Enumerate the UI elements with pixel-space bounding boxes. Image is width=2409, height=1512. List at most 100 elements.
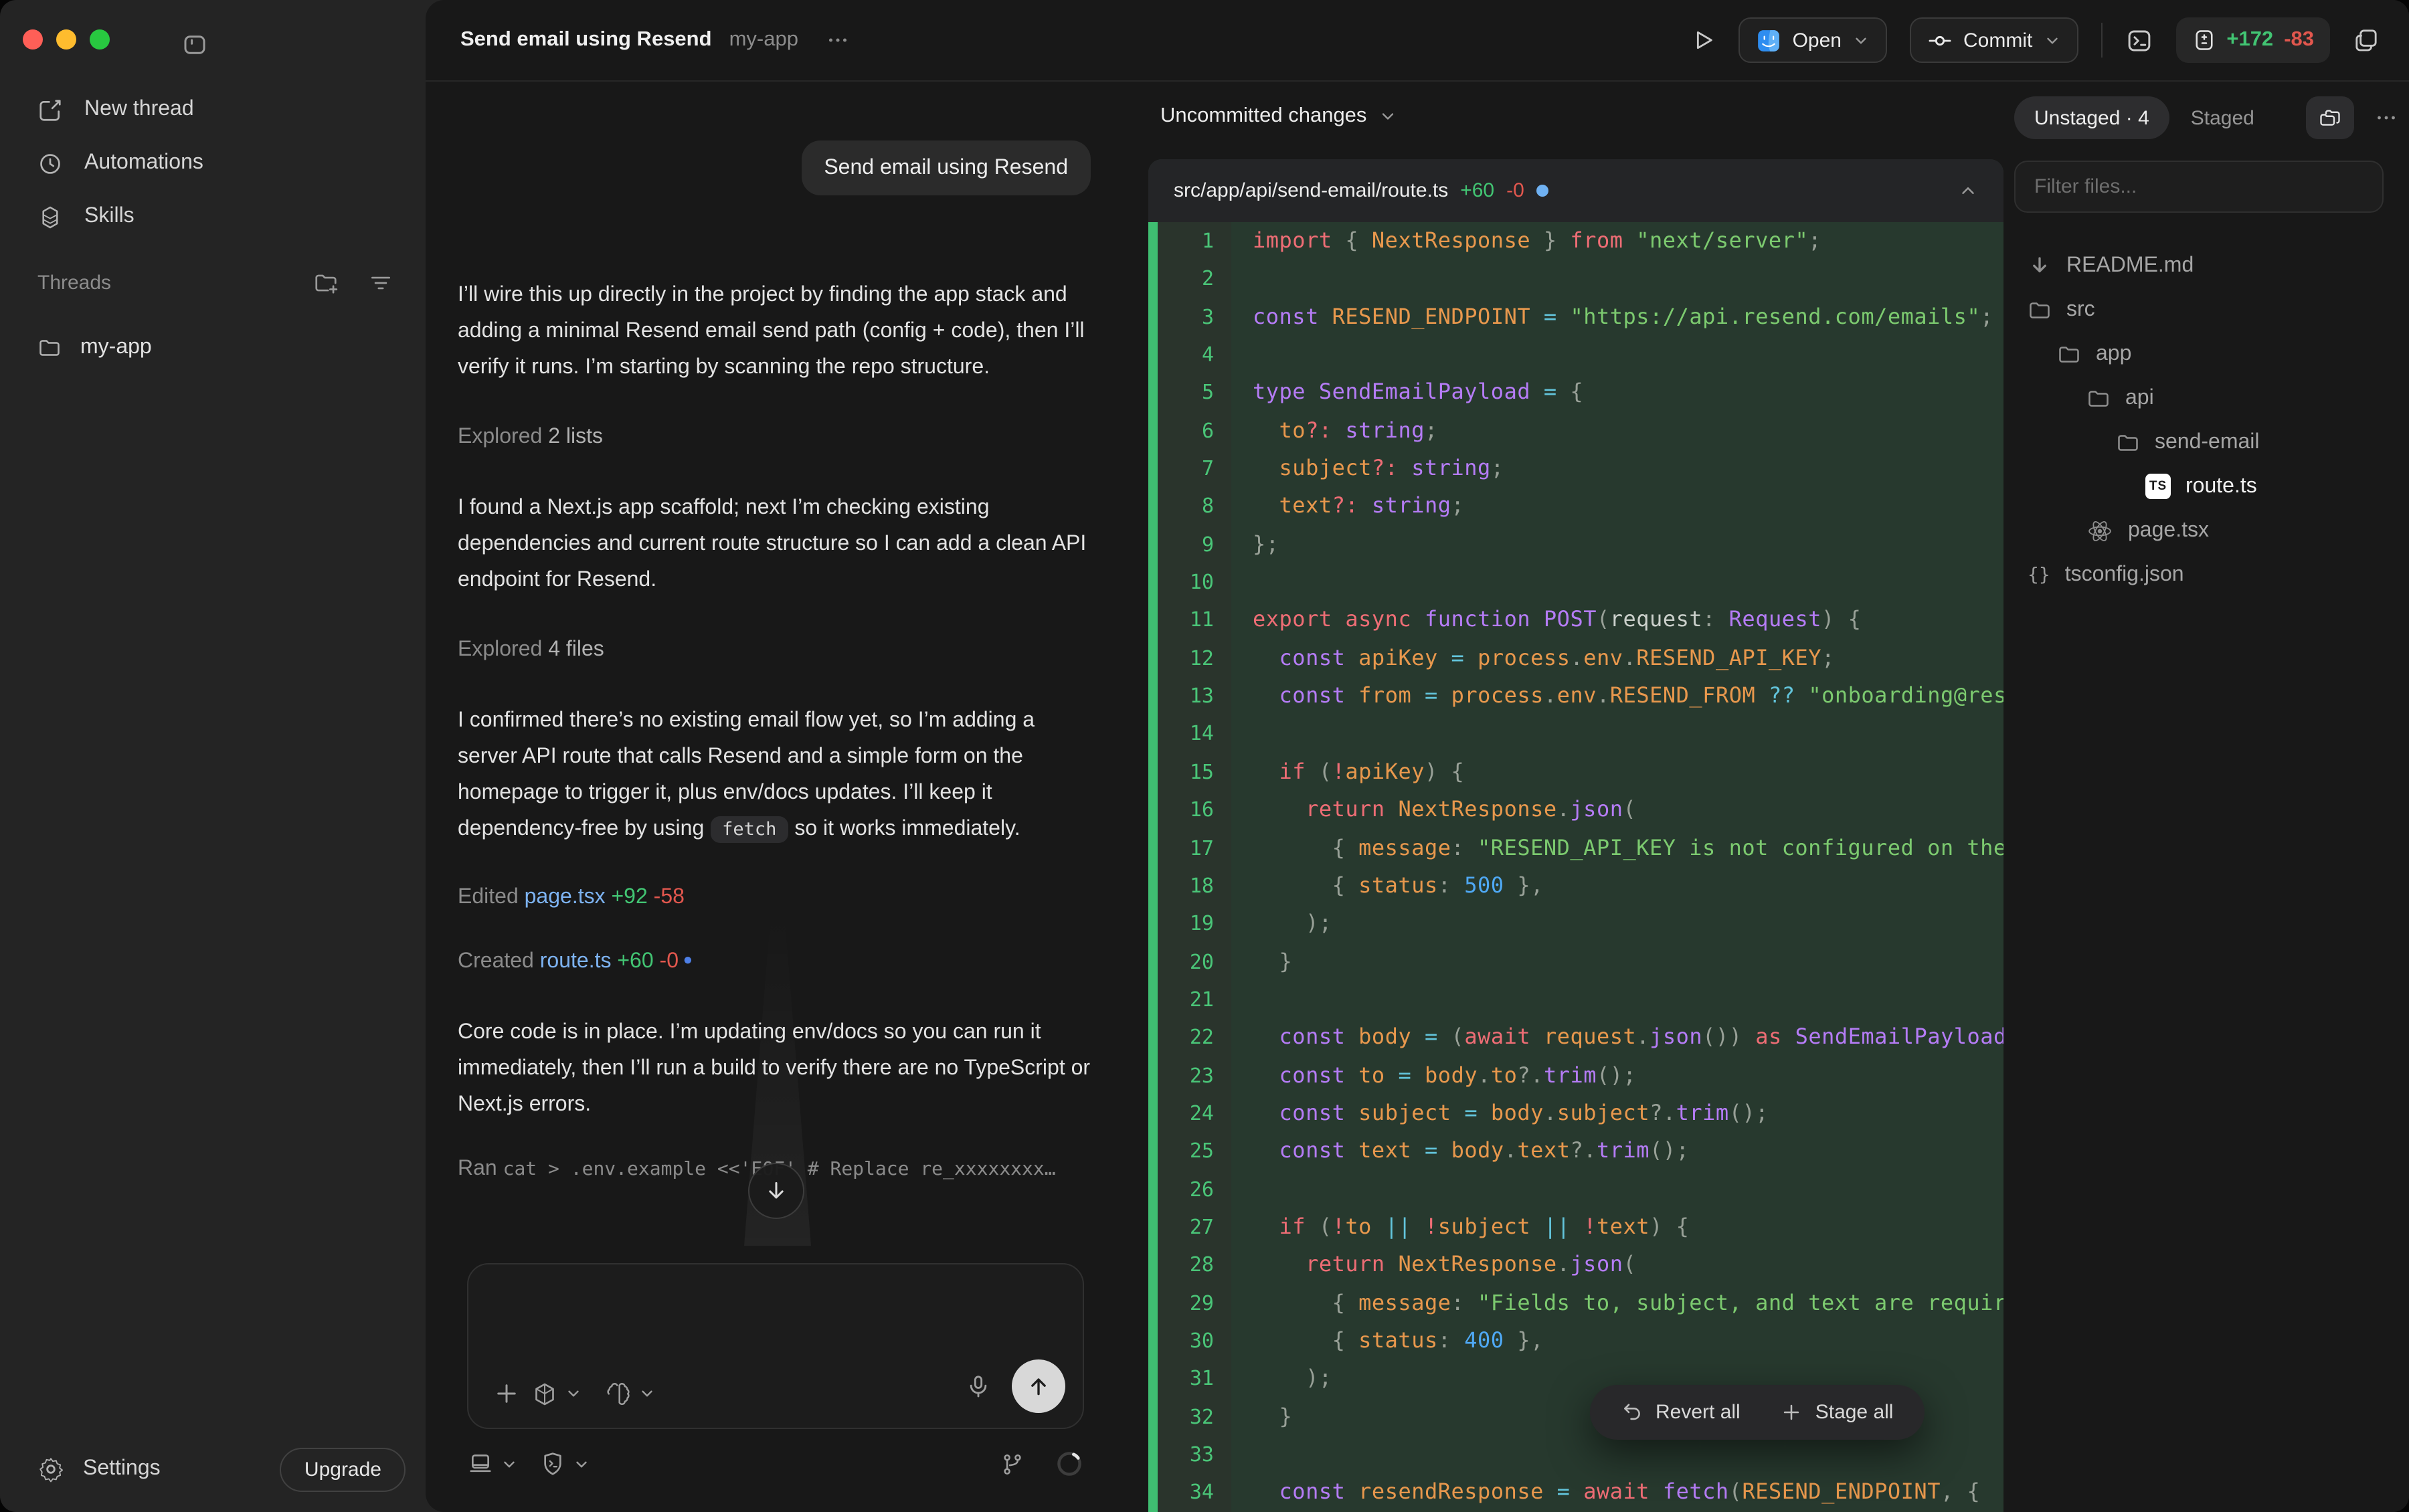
line-number: 1: [1148, 222, 1231, 260]
line-content: to?: string;: [1231, 411, 2003, 450]
file-tree-item-route-ts[interactable]: TSroute.ts: [2014, 464, 2409, 508]
commit-label: Commit: [1963, 29, 2032, 52]
text-segment: Explored: [458, 426, 548, 448]
attach-plus-icon[interactable]: [493, 1380, 521, 1408]
sidebar-item-skills[interactable]: Skills: [0, 190, 426, 244]
text-segment: +60: [611, 950, 653, 973]
clock-icon: [37, 151, 63, 176]
file-tree-item-page-tsx[interactable]: page.tsx: [2014, 508, 2409, 553]
filter-files-input[interactable]: [2014, 161, 2384, 213]
app-window: New thread Automations Skills Threads my…: [0, 0, 2409, 1512]
settings-button[interactable]: Settings: [37, 1456, 161, 1483]
text-segment: 4 files: [548, 638, 604, 661]
file-lines-removed: -0: [1506, 179, 1524, 202]
permissions-selector[interactable]: [539, 1450, 590, 1477]
file-tree: README.md srcappapisend-emailTSroute.tspa…: [2014, 244, 2409, 597]
uncommitted-changes-dropdown[interactable]: Uncommitted changes: [1160, 104, 1397, 128]
settings-label: Settings: [83, 1457, 161, 1481]
diff-actions: Revert all Stage all: [1590, 1385, 1924, 1440]
sidebar-item-automations[interactable]: Automations: [0, 136, 426, 190]
code-line: 2: [1148, 260, 2003, 298]
chevron-down-icon: [573, 1455, 590, 1473]
file-tree-item-app[interactable]: app: [2014, 332, 2409, 376]
thread-menu-icon[interactable]: [826, 28, 851, 52]
line-content: { status: 500 },: [1231, 867, 2003, 905]
line-number: 26: [1148, 1170, 1231, 1208]
minimize-window-button[interactable]: [56, 29, 76, 50]
run-icon[interactable]: [1690, 27, 1716, 54]
copy-layout-icon[interactable]: [2353, 27, 2380, 54]
group-by-folder-button[interactable]: [2306, 96, 2354, 139]
text-segment: Explored: [458, 638, 548, 661]
line-content: [1231, 260, 2003, 298]
code-line: 8 text?: string;: [1148, 488, 2003, 526]
tab-staged[interactable]: Staged: [2191, 106, 2254, 129]
maximize-window-button[interactable]: [90, 29, 110, 50]
folder-icon: [2057, 342, 2081, 366]
files-menu-icon[interactable]: [2374, 106, 2398, 130]
diff-file-card: src/app/api/send-email/route.ts +60 -0 1…: [1148, 159, 2003, 1512]
reasoning-selector[interactable]: [605, 1380, 656, 1407]
revert-all-label: Revert all: [1656, 1401, 1741, 1424]
scroll-to-bottom-button[interactable]: [748, 1163, 804, 1219]
file-tree-item-tsconfig-json[interactable]: {}tsconfig.json: [2014, 553, 2409, 597]
line-number: 17: [1148, 829, 1231, 867]
code-line: 25 const text = body.text?.trim();: [1148, 1133, 2003, 1171]
file-tree-item-api[interactable]: api: [2014, 376, 2409, 420]
file-tree-item-readme-md[interactable]: README.md: [2014, 244, 2409, 288]
line-number: 7: [1148, 450, 1231, 488]
line-number: 25: [1148, 1133, 1231, 1171]
brain-icon: [605, 1380, 632, 1407]
file-tree-item-send-email[interactable]: send-email: [2014, 420, 2409, 464]
thread-title: Send email using Resend: [460, 28, 712, 52]
stage-all-button[interactable]: Stage all: [1781, 1401, 1894, 1424]
open-button[interactable]: Open: [1739, 17, 1887, 63]
code-line: 3const RESEND_ENDPOINT = "https://api.re…: [1148, 298, 2003, 336]
sidebar-item-my-app[interactable]: my-app: [19, 324, 407, 372]
stage-all-label: Stage all: [1815, 1401, 1894, 1424]
diff-stats[interactable]: +172 -83: [2175, 17, 2330, 63]
new-folder-icon[interactable]: [313, 270, 339, 296]
added-lines-bar: [1148, 222, 1158, 1512]
text-segment: 2 lists: [548, 426, 603, 448]
line-content: const from = process.env.RESEND_FROM ?? …: [1231, 677, 2003, 715]
environment-selector[interactable]: [467, 1450, 518, 1477]
user-message-bubble: Send email using Resend: [801, 140, 1091, 195]
commit-button[interactable]: Commit: [1910, 17, 2078, 63]
model-selector[interactable]: [531, 1380, 582, 1407]
revert-all-button[interactable]: Revert all: [1621, 1401, 1741, 1424]
diff-file-header[interactable]: src/app/api/send-email/route.ts +60 -0: [1148, 159, 2003, 222]
undo-icon: [1621, 1401, 1643, 1424]
line-number: 27: [1148, 1208, 1231, 1246]
microphone-icon[interactable]: [965, 1373, 992, 1400]
terminal-icon[interactable]: [2125, 26, 2153, 54]
close-window-button[interactable]: [23, 29, 43, 50]
line-content: return NextResponse.json(: [1231, 1246, 2003, 1285]
gear-icon: [37, 1456, 64, 1483]
chevron-up-icon[interactable]: [1958, 181, 1978, 201]
plus-icon: [1781, 1401, 1803, 1424]
line-number: 3: [1148, 298, 1231, 336]
line-number: 12: [1148, 640, 1231, 678]
file-link[interactable]: page.tsx: [525, 886, 606, 909]
line-content: [1231, 1170, 2003, 1208]
git-branch-icon[interactable]: [1000, 1451, 1025, 1477]
line-number: 4: [1148, 336, 1231, 374]
file-tree-item-src[interactable]: src: [2014, 288, 2409, 332]
line-number: 10: [1148, 563, 1231, 601]
line-number: 15: [1148, 753, 1231, 791]
file-label: README.md: [2066, 254, 2194, 278]
send-button[interactable]: [1012, 1359, 1065, 1413]
text-segment: so it works immediately.: [788, 818, 1020, 840]
activity-line: Explored 2 lists: [458, 423, 1091, 452]
sidebar-toggle-icon[interactable]: [181, 31, 209, 59]
message-composer[interactable]: [467, 1263, 1084, 1429]
file-link[interactable]: route.ts: [540, 950, 612, 973]
upgrade-button[interactable]: Upgrade: [280, 1447, 406, 1491]
sidebar-item-new-thread[interactable]: New thread: [0, 83, 426, 136]
line-content: import { NextResponse } from "next/serve…: [1231, 222, 2003, 260]
tab-unstaged[interactable]: Unstaged · 4: [2014, 96, 2169, 139]
filter-threads-icon[interactable]: [368, 270, 393, 296]
lines-added: +172: [2226, 28, 2273, 52]
line-content: const body = (await request.json()) as S…: [1231, 1018, 2003, 1056]
